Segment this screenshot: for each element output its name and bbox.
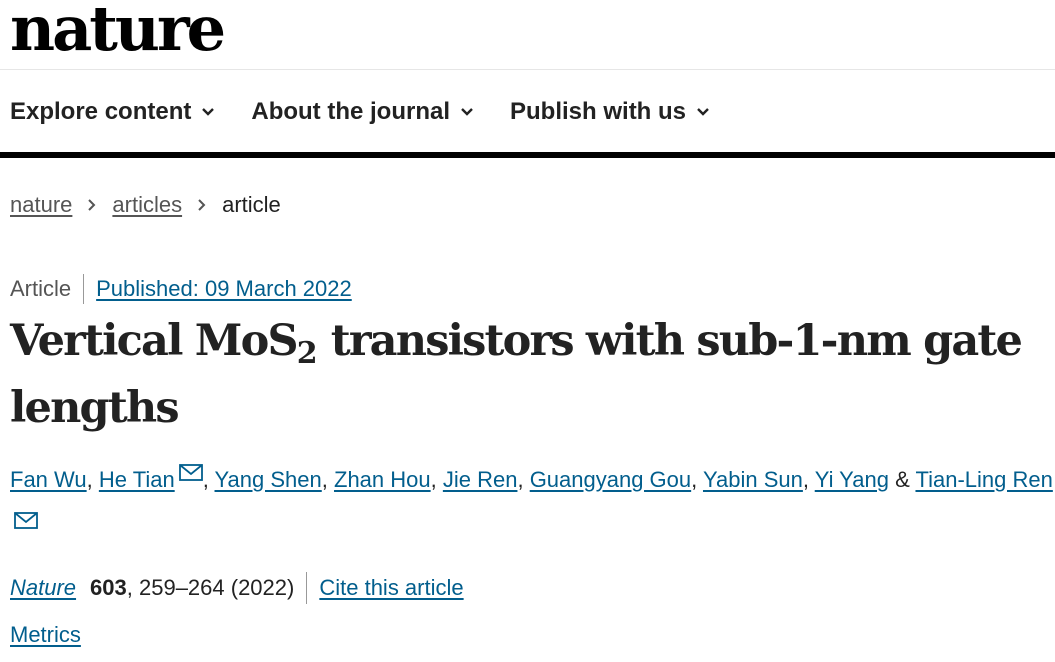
author-list: Fan Wu, He Tian, Yang Shen, Zhan Hou, Ji…	[10, 456, 1055, 552]
citation-line: Nature 603 , 259–264 (2022) Cite this ar…	[10, 572, 464, 604]
metrics-link[interactable]: Metrics	[10, 622, 81, 648]
author-link[interactable]: Yi Yang	[815, 467, 889, 492]
cite-article-link[interactable]: Cite this article	[319, 575, 463, 601]
published-date-link[interactable]: Published: 09 March 2022	[96, 276, 352, 302]
nav-about-journal[interactable]: About the journal	[251, 96, 474, 128]
volume: 603	[90, 575, 127, 600]
chevron-right-icon	[198, 199, 206, 211]
author-link[interactable]: Tian-Ling Ren	[915, 467, 1052, 492]
breadcrumb-articles[interactable]: articles	[112, 192, 182, 218]
nav-divider	[0, 152, 1055, 158]
nav-label: Explore content	[10, 98, 192, 125]
article-meta: Article Published: 09 March 2022	[10, 274, 352, 304]
authors-ampersand: &	[895, 467, 910, 492]
author-link[interactable]: Fan Wu	[10, 467, 87, 492]
article-title: Vertical MoS2 transistors with sub-1-nm …	[10, 316, 1023, 433]
chevron-right-icon	[88, 199, 96, 211]
pages-year: , 259–264 (2022)	[127, 572, 308, 604]
article-type: Article	[10, 274, 85, 304]
chevron-down-icon	[202, 108, 215, 116]
author-link[interactable]: Yabin Sun	[703, 467, 803, 492]
breadcrumb-nature[interactable]: nature	[10, 192, 72, 218]
chevron-down-icon	[461, 108, 473, 116]
author-link[interactable]: Guangyang Gou	[530, 467, 691, 492]
nature-logo[interactable]: nature	[10, 0, 226, 60]
main-nav: Explore content About the journal Publis…	[10, 96, 746, 128]
author-link[interactable]: Jie Ren	[443, 467, 518, 492]
author-link[interactable]: Zhan Hou	[334, 467, 431, 492]
nav-publish-with-us[interactable]: Publish with us	[510, 96, 710, 128]
nav-label: Publish with us	[510, 98, 687, 125]
journal-link[interactable]: Nature	[10, 575, 76, 601]
breadcrumb-current: article	[222, 192, 281, 217]
breadcrumb: nature articles article	[10, 192, 281, 218]
mail-icon[interactable]	[14, 512, 38, 529]
chevron-down-icon	[697, 108, 709, 116]
author-link[interactable]: He Tian	[99, 467, 175, 492]
nav-explore-content[interactable]: Explore content	[10, 96, 215, 128]
mail-icon[interactable]	[178, 464, 203, 481]
header-divider	[0, 69, 1055, 70]
author-link[interactable]: Yang Shen	[215, 467, 322, 492]
nav-label: About the journal	[251, 98, 451, 125]
